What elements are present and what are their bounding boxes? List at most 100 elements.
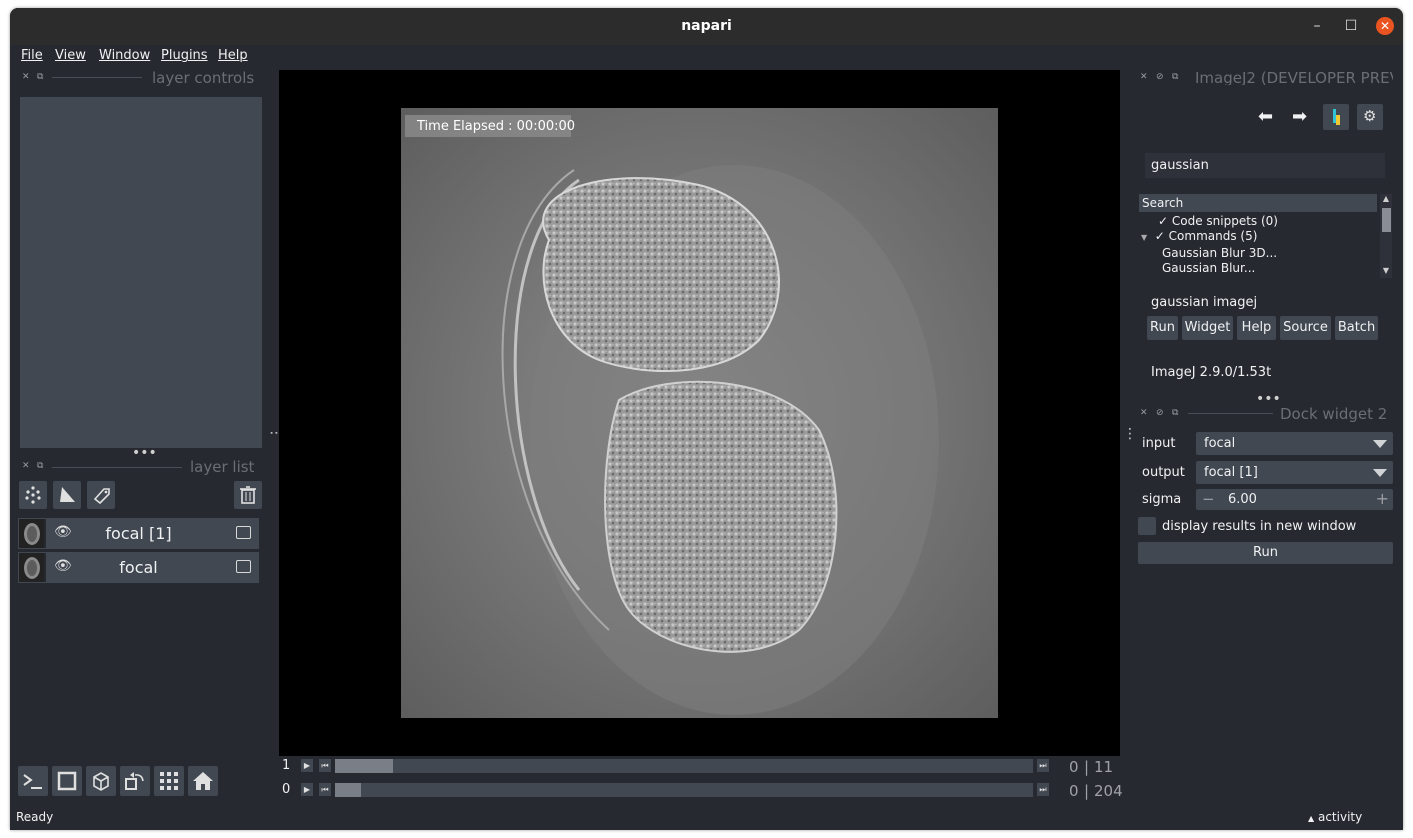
divider [52, 467, 182, 468]
gear-icon: ⚙ [1363, 107, 1377, 125]
plus-icon[interactable]: + [1376, 489, 1389, 508]
layer-controls-title: layer controls [152, 69, 255, 87]
sigma-label: sigma [1142, 492, 1182, 507]
maximize-button[interactable]: ☐ [1342, 17, 1360, 35]
tree-item-code-snippets[interactable]: ✓ Code snippets (0) [1158, 214, 1278, 228]
minus-icon[interactable]: − [1202, 490, 1215, 508]
resize-handle[interactable]: ••• [1256, 391, 1281, 407]
trash-icon [240, 486, 256, 504]
layer-controls-panel [20, 97, 262, 448]
menu-window[interactable]: Window [99, 48, 150, 63]
axis-label: 1 [282, 758, 291, 773]
help-button[interactable]: Help [1237, 316, 1276, 340]
imagej-ui-button[interactable] [1323, 104, 1349, 130]
slider-max: 11 [1094, 758, 1114, 776]
tree-item-gaussian-blur[interactable]: Gaussian Blur... [1162, 261, 1255, 275]
viewer-canvas[interactable]: Time Elapsed : 00:00:00 [279, 70, 1120, 756]
step-back-button[interactable]: ⏮ [319, 783, 331, 796]
arrow-right-icon[interactable]: ➡ [1292, 106, 1307, 127]
step-forward-button[interactable]: ⏭ [1037, 759, 1049, 772]
transpose-button[interactable] [120, 766, 150, 796]
imagej-logo-icon [1333, 109, 1340, 125]
run-command-button[interactable]: Run [1147, 316, 1178, 340]
separator: | [1084, 782, 1090, 800]
search-input[interactable]: gaussian [1145, 153, 1385, 178]
image-layer-icon [236, 526, 251, 539]
divider [1188, 413, 1273, 414]
cube-icon [93, 772, 109, 791]
layer-thumbnail [19, 553, 46, 582]
menu-help[interactable]: Help [218, 48, 248, 63]
slider-thumb[interactable] [335, 783, 361, 797]
home-button[interactable] [188, 766, 218, 796]
dims-slider-row-1: 1 ▶ ⏮ ⏭ 0 | 11 [279, 756, 1120, 776]
dims-slider-track[interactable] [335, 783, 1033, 797]
dock-collapse-icon[interactable]: ⊘ [1156, 72, 1164, 82]
layer-item-focal[interactable]: 👁 focal [18, 552, 259, 583]
arrow-left-icon[interactable]: ⬅ [1258, 106, 1273, 127]
settings-button[interactable]: ⚙ [1357, 104, 1383, 130]
roll-dims-button[interactable] [86, 766, 116, 796]
grid-view-button[interactable] [154, 766, 184, 796]
dock-float-icon[interactable]: ⧉ [37, 72, 43, 82]
play-button[interactable]: ▶ [301, 759, 313, 772]
sigma-spinbox[interactable]: − 6.00 + [1196, 489, 1393, 510]
ndisplay-button[interactable] [52, 766, 82, 796]
shapes-icon [60, 487, 75, 502]
tree-item-commands[interactable]: ▼ ✓ Commands (5) [1141, 229, 1257, 243]
widget-button[interactable]: Widget [1182, 316, 1233, 340]
dock-close-icon[interactable]: ✕ [22, 72, 30, 82]
slider-value[interactable]: 0 [1069, 782, 1079, 800]
input-label: input [1142, 436, 1176, 451]
activity-toggle[interactable]: ▲ activity [1308, 810, 1362, 824]
dock-close-icon[interactable]: ✕ [1140, 72, 1148, 82]
menu-view[interactable]: View [55, 48, 86, 63]
dock-close-icon[interactable]: ✕ [1140, 408, 1148, 418]
image-layer-icon [236, 560, 251, 573]
chevron-down-icon [1373, 469, 1387, 477]
layer-item-focal-1[interactable]: 👁 focal [1] [18, 518, 259, 549]
dock-resize-handle-right[interactable]: ⋮ [1123, 426, 1137, 442]
slider-value[interactable]: 0 [1069, 758, 1079, 776]
display-new-window-checkbox[interactable] [1138, 517, 1156, 535]
dock-close-icon[interactable]: ✕ [22, 461, 30, 471]
step-back-button[interactable]: ⏮ [319, 759, 331, 772]
new-labels-layer-button[interactable] [87, 481, 115, 509]
scrollbar-thumb[interactable] [1382, 208, 1391, 232]
console-icon [23, 774, 42, 789]
points-icon [25, 486, 41, 504]
separator: | [1084, 758, 1090, 776]
grid-icon [160, 772, 178, 790]
resize-handle[interactable]: ••• [132, 445, 157, 461]
input-select[interactable]: focal [1196, 432, 1393, 455]
new-points-layer-button[interactable] [19, 481, 47, 509]
slider-max: 204 [1094, 782, 1123, 800]
output-select[interactable]: focal [1] [1196, 461, 1393, 484]
time-elapsed-overlay: Time Elapsed : 00:00:00 [417, 119, 576, 134]
output-label: output [1142, 465, 1185, 480]
dims-slider-track[interactable] [335, 759, 1033, 773]
slider-thumb[interactable] [335, 759, 393, 773]
batch-button[interactable]: Batch [1335, 316, 1378, 340]
dock-collapse-icon[interactable]: ⊘ [1156, 408, 1164, 418]
new-shapes-layer-button[interactable] [53, 481, 81, 509]
label-tag-icon [93, 488, 110, 505]
chevron-up-icon: ▲ [1308, 814, 1315, 823]
delete-layer-button[interactable] [234, 481, 262, 509]
menu-plugins[interactable]: Plugins [161, 48, 208, 63]
play-button[interactable]: ▶ [301, 783, 313, 796]
tree-item-gaussian-blur-3d[interactable]: Gaussian Blur 3D... [1162, 246, 1277, 260]
step-forward-button[interactable]: ⏭ [1037, 783, 1049, 796]
close-button[interactable]: ✕ [1376, 17, 1394, 35]
menu-file[interactable]: File [21, 48, 43, 63]
dock-float-icon[interactable]: ⧉ [37, 461, 43, 471]
tree-scrollbar[interactable]: ▲ ▼ [1380, 194, 1392, 278]
dock-float-icon[interactable]: ⧉ [1172, 408, 1178, 418]
minimize-button[interactable]: – [1308, 17, 1326, 35]
console-button[interactable] [18, 766, 48, 796]
dims-slider-row-0: 0 ▶ ⏮ ⏭ 0 | 204 [279, 780, 1123, 800]
selected-command-label: gaussian imagej [1151, 295, 1258, 310]
run-button[interactable]: Run [1138, 542, 1393, 564]
dock-float-icon[interactable]: ⧉ [1172, 72, 1178, 82]
source-button[interactable]: Source [1280, 316, 1331, 340]
